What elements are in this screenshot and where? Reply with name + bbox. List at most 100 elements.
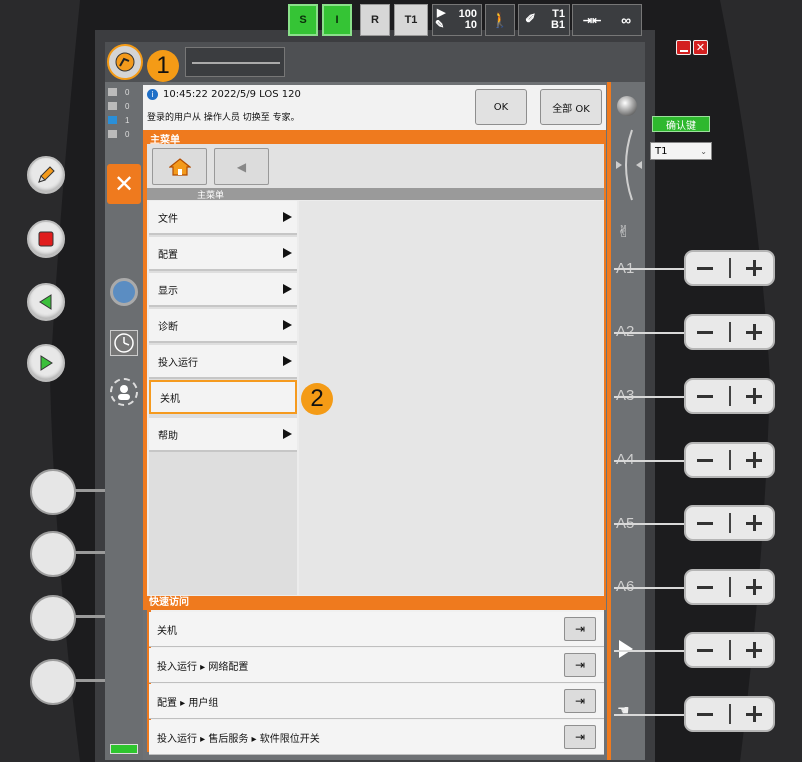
jog-key-a2[interactable] bbox=[684, 314, 775, 350]
jog-override: 10 bbox=[464, 19, 477, 31]
jog-key-7[interactable] bbox=[684, 632, 775, 668]
jog-key-8[interactable] bbox=[684, 696, 775, 732]
quick-access-row[interactable]: 投入运行 ▸ 网络配置 ⇥ bbox=[149, 648, 604, 683]
chevron-down-icon: ⌄ bbox=[700, 146, 707, 156]
menu-item-configuration[interactable]: 配置 bbox=[149, 237, 297, 271]
minimize-icon bbox=[680, 50, 688, 52]
start-backward-button[interactable] bbox=[27, 283, 65, 321]
all-ok-button[interactable]: 全部 OK bbox=[540, 89, 602, 125]
jog-key-a6[interactable] bbox=[684, 569, 775, 605]
incremental-jog-status[interactable]: ⇥⇤ ∞ bbox=[572, 4, 642, 36]
base-number: B1 bbox=[550, 19, 565, 31]
play-icon: ▶ bbox=[437, 7, 446, 19]
step-icon: ⇥⇤ bbox=[582, 14, 602, 27]
pin-button[interactable]: ⇥ bbox=[564, 617, 596, 641]
quick-access-row[interactable]: 配置 ▸ 用户组 ⇥ bbox=[149, 684, 604, 719]
user-key-4[interactable] bbox=[30, 659, 76, 705]
menu-item-start-up[interactable]: 投入运行 bbox=[149, 345, 297, 379]
pin-icon: ⇥ bbox=[574, 658, 586, 672]
robot-icon bbox=[115, 52, 135, 72]
jog-connector bbox=[614, 523, 686, 525]
3d-mouse-icon[interactable] bbox=[612, 125, 642, 205]
walker-status[interactable]: 🚶 bbox=[485, 4, 515, 36]
minus-icon bbox=[697, 458, 713, 462]
clock-icon[interactable] bbox=[110, 330, 138, 356]
robot-interpreter-status[interactable]: R bbox=[360, 4, 390, 36]
start-forward-button[interactable] bbox=[27, 344, 65, 382]
home-icon bbox=[168, 157, 191, 176]
play-forward-icon bbox=[40, 355, 53, 371]
quick-access-header: 快速访问 bbox=[143, 596, 606, 610]
menu-item-shutdown[interactable]: 关机 bbox=[149, 380, 297, 414]
menu-item-display[interactable]: 显示 bbox=[149, 273, 297, 307]
menu-item-diagnosis[interactable]: 诊断 bbox=[149, 309, 297, 343]
close-icon: ✕ bbox=[695, 41, 706, 54]
jog-key-a5[interactable] bbox=[684, 505, 775, 541]
submenu-arrow-icon bbox=[283, 356, 292, 366]
user-key-2[interactable] bbox=[30, 531, 76, 577]
counter-info[interactable]: 1 bbox=[108, 115, 142, 125]
stop-button[interactable] bbox=[27, 220, 65, 258]
settings-gear-icon[interactable] bbox=[110, 278, 138, 306]
menu-item-label: 关机 bbox=[160, 393, 180, 405]
close-window-button[interactable]: ✕ bbox=[693, 40, 708, 55]
pin-button[interactable]: ⇥ bbox=[564, 653, 596, 677]
drive-status[interactable]: I bbox=[322, 4, 352, 36]
override-status[interactable]: ▶ ✎ 100 10 bbox=[432, 4, 482, 36]
counter-wait[interactable]: 0 bbox=[108, 129, 142, 139]
annotation-badge-1: 1 bbox=[147, 50, 179, 82]
jog-icon: ✎ bbox=[435, 19, 445, 31]
user-key-3[interactable] bbox=[30, 595, 76, 641]
menu-item-help[interactable]: 帮助 bbox=[149, 418, 297, 452]
jog-key-a3[interactable] bbox=[684, 378, 775, 414]
user-key-1[interactable] bbox=[30, 469, 76, 515]
pin-button[interactable]: ⇥ bbox=[564, 725, 596, 749]
minimize-button[interactable] bbox=[676, 40, 691, 55]
robot-logo-button[interactable] bbox=[107, 44, 143, 80]
quick-access-row[interactable]: 投入运行 ▸ 售后服务 ▸ 软件限位开关 ⇥ bbox=[149, 720, 604, 755]
home-button[interactable] bbox=[152, 148, 207, 185]
mode-select-value: T1 bbox=[655, 145, 668, 157]
plus-icon bbox=[746, 260, 762, 276]
back-arrow-icon: ◀ bbox=[236, 159, 247, 174]
minus-icon bbox=[697, 712, 713, 716]
tool-base-status[interactable]: ✐ T1 B1 bbox=[518, 4, 570, 36]
submenu-arrow-icon bbox=[283, 212, 292, 222]
submenu-arrow-icon bbox=[283, 429, 292, 439]
pin-icon: ⇥ bbox=[574, 694, 586, 708]
edit-button[interactable] bbox=[27, 156, 65, 194]
plus-icon bbox=[746, 388, 762, 404]
quick-access-row[interactable]: 关机 ⇥ bbox=[149, 612, 604, 647]
jog-connector bbox=[614, 332, 686, 334]
teach-pendant: { "status_bar": { "mode_s": "S", "mode_i… bbox=[0, 0, 802, 762]
menu-item-file[interactable]: 文件 bbox=[149, 201, 297, 235]
confirm-key-button[interactable]: 确认键 bbox=[652, 116, 710, 132]
jog-key-a1[interactable] bbox=[684, 250, 775, 286]
close-menu-button[interactable]: ✕ bbox=[107, 164, 141, 204]
counter-value: 0 bbox=[125, 129, 130, 139]
program-progress bbox=[185, 47, 285, 77]
minus-icon bbox=[697, 585, 713, 589]
back-button[interactable]: ◀ bbox=[214, 148, 269, 185]
close-icon: ✕ bbox=[113, 170, 135, 198]
globe-icon[interactable] bbox=[617, 96, 637, 116]
jog-connector bbox=[614, 714, 686, 716]
minus-icon bbox=[697, 648, 713, 652]
plus-icon bbox=[746, 515, 762, 531]
message-text: 登录的用户从 操作人员 切换至 专家。 bbox=[147, 113, 300, 123]
pin-button[interactable]: ⇥ bbox=[564, 689, 596, 713]
submit-interpreter-status[interactable]: S bbox=[288, 4, 318, 36]
minus-icon bbox=[697, 394, 713, 398]
ok-button[interactable]: OK bbox=[475, 89, 527, 125]
counter-warning[interactable]: 0 bbox=[108, 101, 142, 111]
mode-select[interactable]: T1 ⌄ bbox=[650, 142, 712, 160]
operating-mode[interactable]: T1 bbox=[394, 4, 428, 36]
robot-arm-icon[interactable]: ✌ bbox=[617, 222, 630, 241]
menu-item-label: 显示 bbox=[158, 285, 178, 297]
pin-icon: ⇥ bbox=[574, 622, 586, 636]
user-group-icon[interactable] bbox=[110, 378, 138, 406]
jog-key-a4[interactable] bbox=[684, 442, 775, 478]
counter-notify[interactable]: 0 bbox=[108, 87, 142, 97]
counter-value: 1 bbox=[125, 115, 130, 125]
jog-connector bbox=[614, 268, 686, 270]
